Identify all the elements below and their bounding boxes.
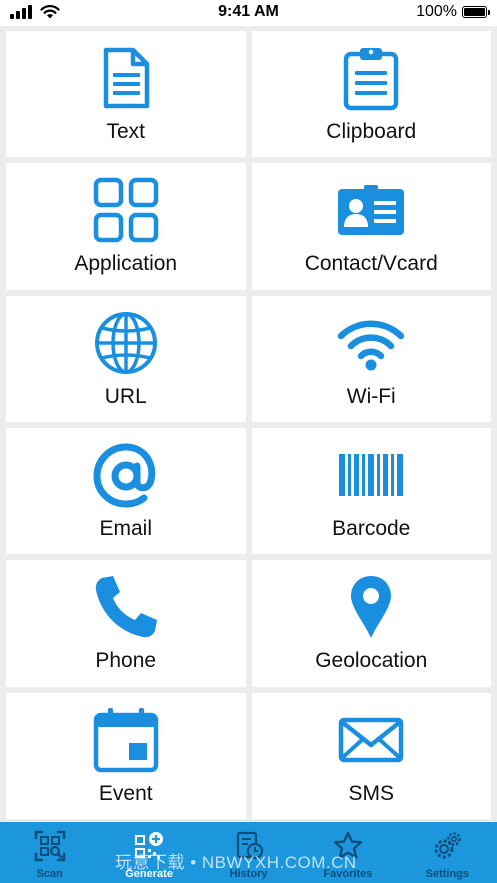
tile-geolocation[interactable]: Geolocation (251, 560, 491, 687)
qr-add-icon (133, 830, 165, 862)
tile-event[interactable]: Event (6, 692, 246, 819)
map-pin-icon (338, 574, 404, 640)
tile-label: Clipboard (326, 120, 417, 143)
globe-icon (93, 310, 159, 376)
tab-favorites[interactable]: Favorites (298, 822, 397, 883)
qr-scan-icon (34, 830, 66, 862)
barcode-icon (338, 442, 404, 508)
tab-history[interactable]: History (199, 822, 298, 883)
battery-percent: 100% (416, 3, 457, 20)
tile-label: Event (98, 781, 153, 805)
tile-clipboard[interactable]: Clipboard (251, 31, 491, 158)
tab-label: Scan (36, 868, 63, 880)
tile-sms[interactable]: SMS (251, 692, 491, 819)
tile-phone[interactable]: Phone (6, 560, 246, 687)
status-bar: 9:41 AM 100% (0, 0, 497, 26)
tab-label: History (229, 868, 268, 880)
tile-label: SMS (348, 781, 394, 805)
at-sign-icon (93, 442, 159, 508)
tile-label: Barcode (332, 517, 411, 540)
tile-label: URL (104, 384, 147, 408)
tile-url[interactable]: URL (6, 295, 246, 422)
tab-label: Generate (125, 868, 173, 880)
tile-barcode[interactable]: Barcode (251, 428, 491, 555)
document-icon (93, 45, 159, 111)
gear-icon (431, 830, 463, 862)
tab-bar: Scan Generate History Favorites Settings (0, 822, 497, 883)
tile-application[interactable]: Application (6, 163, 246, 290)
contact-card-icon (338, 177, 405, 243)
calendar-icon (93, 707, 159, 773)
tile-text[interactable]: Text (6, 31, 246, 158)
star-icon (332, 830, 364, 862)
app-grid-icon (93, 177, 159, 243)
status-right: 100% (416, 3, 490, 21)
tile-email[interactable]: Email (6, 428, 246, 555)
tile-wifi[interactable]: Wi-Fi (251, 295, 491, 422)
tab-settings[interactable]: Settings (398, 822, 497, 883)
tile-contact-vcard[interactable]: Contact/Vcard (251, 163, 491, 290)
envelope-icon (338, 707, 404, 773)
tab-generate[interactable]: Generate (99, 822, 198, 883)
tile-label: Email (99, 517, 152, 540)
tile-label: Geolocation (315, 649, 428, 673)
clipboard-icon (338, 45, 404, 111)
tab-label: Favorites (323, 868, 373, 880)
tile-label: Wi-Fi (346, 384, 396, 408)
tab-label: Settings (425, 868, 470, 880)
phone-icon (93, 574, 159, 640)
tile-label: Text (106, 120, 145, 143)
tab-scan[interactable]: Scan (0, 822, 99, 883)
history-icon (233, 830, 265, 862)
tile-label: Phone (95, 649, 157, 673)
generate-type-grid: Text Clipboard Application Contact/Vcard… (0, 26, 497, 822)
wifi-icon (338, 310, 405, 376)
battery-icon (462, 6, 490, 18)
tile-label: Contact/Vcard (304, 252, 438, 276)
tile-label: Application (74, 252, 178, 276)
